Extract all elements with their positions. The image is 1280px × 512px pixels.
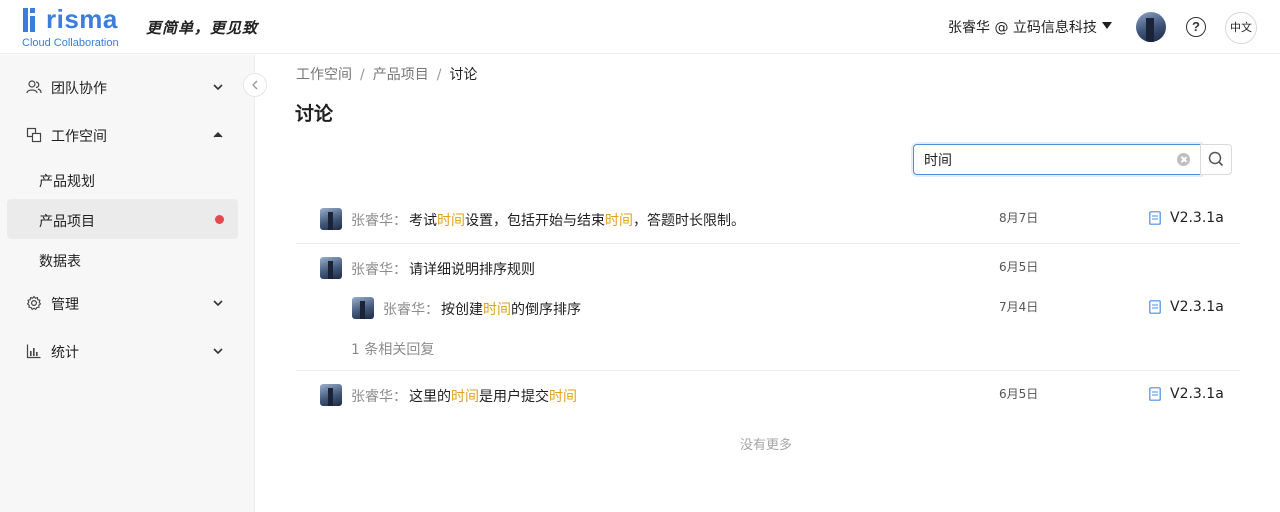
search-field[interactable]	[913, 144, 1201, 175]
reply-date: 7月4日	[999, 300, 1039, 314]
chevron-down-icon	[213, 84, 223, 91]
search-icon	[1208, 151, 1224, 167]
reply-avatar	[352, 297, 374, 319]
comment-author: 张睿华：	[351, 389, 407, 405]
comment-avatar	[320, 384, 342, 406]
no-more-text: 没有更多	[740, 438, 793, 453]
top-header: risma Cloud Collaboration 更简单，更见致 张睿华 @ …	[0, 0, 1280, 54]
sidebar-group-label: 工作空间	[51, 129, 107, 145]
main-content: 工作空间 / 产品项目 / 讨论 讨论 张睿华： 考试时间设置，包括开始与结束时间，答题…	[256, 55, 1280, 512]
search-highlight: 时间	[437, 213, 465, 229]
user-avatar[interactable]	[1136, 12, 1166, 42]
comment-text[interactable]: 请详细说明排序规则	[409, 259, 535, 279]
comment-date: 6月5日	[999, 260, 1039, 274]
sidebar-item-data-table[interactable]: 数据表	[7, 239, 238, 279]
comment-date: 6月5日	[999, 387, 1039, 401]
chart-icon	[26, 344, 41, 359]
gear-icon	[26, 295, 42, 311]
breadcrumb: 工作空间 / 产品项目 / 讨论	[296, 64, 477, 84]
clear-icon[interactable]	[1177, 153, 1190, 166]
logo-text: risma	[46, 4, 118, 34]
team-icon	[26, 80, 42, 94]
page-title: 讨论	[295, 103, 334, 125]
comment-text[interactable]: 考试时间设置，包括开始与结束时间，答题时长限制。	[409, 210, 745, 230]
sidebar-group-team[interactable]: 团队协作	[0, 65, 255, 109]
comment-date: 8月7日	[999, 211, 1039, 225]
sidebar-group-label: 团队协作	[51, 81, 107, 97]
comment-avatar	[320, 257, 342, 279]
version-link[interactable]: V2.3.1a	[1170, 299, 1224, 315]
sidebar-item-product-planning[interactable]: 产品规划	[7, 159, 238, 199]
comment-text[interactable]: 这里的时间是用户提交时间	[409, 386, 577, 406]
sidebar-item-label: 产品规划	[39, 174, 95, 190]
document-icon	[1149, 387, 1161, 401]
search-highlight: 时间	[451, 389, 479, 405]
comment-author: 张睿华：	[351, 213, 407, 229]
sidebar-group-workspace[interactable]: 工作空间	[0, 113, 255, 157]
reply-author: 张睿华：	[383, 302, 439, 318]
search-highlight: 时间	[605, 213, 633, 229]
comment-author: 张睿华：	[351, 262, 407, 278]
sidebar-item-label: 产品项目	[39, 214, 95, 230]
language-button[interactable]: 中文	[1225, 12, 1257, 44]
user-org-switcher[interactable]: 张睿华 @ 立码信息科技	[948, 17, 1097, 37]
search-button[interactable]	[1200, 144, 1232, 175]
document-icon	[1149, 300, 1161, 314]
chevron-down-icon	[213, 300, 223, 307]
search-highlight: 时间	[549, 389, 577, 405]
sidebar-group-label: 统计	[51, 345, 79, 361]
chevron-down-icon	[213, 348, 223, 355]
comment-row[interactable]: 张睿华： 请详细说明排序规则 6月5日 张睿华： 按创建时间的倒序排序 7月4日…	[296, 244, 1240, 370]
reply-count[interactable]: 1 条相关回复	[351, 339, 434, 359]
chevron-up-icon	[213, 132, 223, 138]
sidebar-collapse-button[interactable]	[243, 73, 267, 97]
document-icon	[1149, 211, 1161, 225]
search-input[interactable]	[924, 150, 1164, 170]
breadcrumb-separator: /	[436, 67, 442, 83]
breadcrumb-current: 讨论	[449, 67, 478, 83]
slogan: 更简单，更见致	[146, 19, 259, 37]
comment-row[interactable]: 张睿华： 考试时间设置，包括开始与结束时间，答题时长限制。 8月7日 V2.3.…	[296, 199, 1240, 243]
risma-logo[interactable]: risma Cloud Collaboration	[22, 4, 134, 50]
comment-avatar	[320, 208, 342, 230]
version-link[interactable]: V2.3.1a	[1170, 386, 1224, 402]
sidebar-group-statistics[interactable]: 统计	[0, 329, 255, 373]
logo-mark-icon	[22, 8, 40, 32]
sidebar-group-manage[interactable]: 管理	[0, 281, 255, 325]
help-icon[interactable]: ?	[1186, 17, 1206, 37]
sidebar-item-label: 数据表	[39, 254, 81, 270]
notification-dot	[215, 215, 224, 224]
breadcrumb-product-project[interactable]: 产品项目	[373, 67, 429, 83]
sidebar: 团队协作 工作空间 产品规划 产品项目 数据表 管理 统计	[0, 55, 255, 512]
chevron-left-icon	[252, 80, 258, 90]
breadcrumb-workspace[interactable]: 工作空间	[296, 67, 352, 83]
sidebar-group-label: 管理	[51, 297, 79, 313]
search-highlight: 时间	[483, 302, 511, 318]
sidebar-item-product-project[interactable]: 产品项目	[7, 199, 238, 239]
reply-text[interactable]: 按创建时间的倒序排序	[441, 299, 581, 319]
logo-subtitle: Cloud Collaboration	[22, 37, 119, 49]
breadcrumb-separator: /	[360, 67, 365, 83]
caret-down-icon[interactable]	[1102, 22, 1112, 29]
version-link[interactable]: V2.3.1a	[1170, 210, 1224, 226]
comment-row[interactable]: 张睿华： 这里的时间是用户提交时间 6月5日 V2.3.1a	[296, 371, 1240, 417]
workspace-icon	[26, 127, 42, 143]
